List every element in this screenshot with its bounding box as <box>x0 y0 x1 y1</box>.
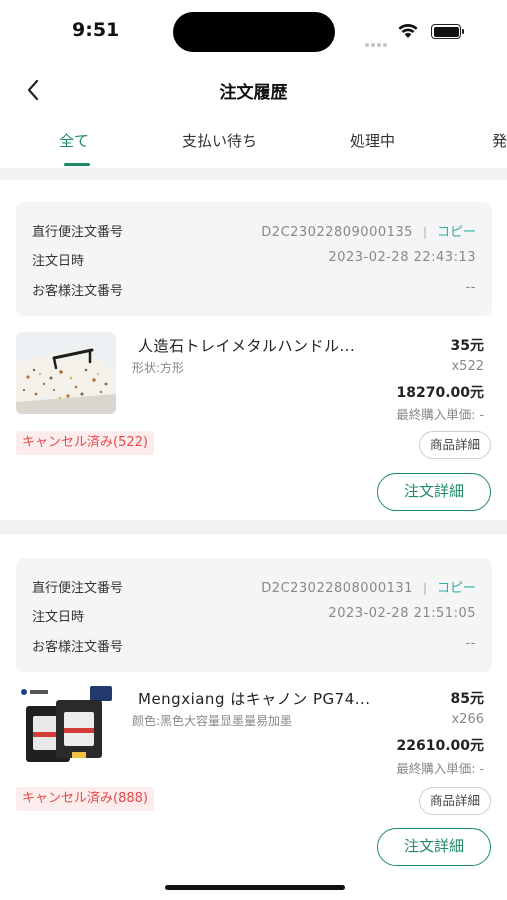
copy-button[interactable]: コピー <box>437 581 476 596</box>
product-variant: 颜色:黑色大容量显墨量易加墨 <box>132 714 293 728</box>
tab-all[interactable]: 全て <box>59 130 89 151</box>
product-variant: 形状:方形 <box>132 361 185 375</box>
product-image-ink-cartridges[interactable] <box>16 684 116 766</box>
order-card: 直行便注文番号 D2C23022809000135 | コピー 注文日時 2023-… <box>0 180 507 520</box>
page-title: 注文履歴 <box>219 83 288 103</box>
quantity: x522 <box>451 359 484 374</box>
section-divider <box>0 168 507 180</box>
tab-shipped[interactable]: 発 <box>492 130 507 151</box>
product-detail-button[interactable]: 商品詳細 <box>418 787 491 815</box>
wifi-icon <box>398 23 418 38</box>
separator: | <box>422 581 427 595</box>
product-name[interactable]: 人造石トレイメタルハンドル... <box>138 335 355 356</box>
status-bar: 9:51 <box>0 0 507 62</box>
order-date-value: 2023-02-28 22:43:13 <box>328 250 476 265</box>
total-amount: 18270.00元 <box>396 385 484 401</box>
quantity: x266 <box>451 712 484 727</box>
unit-price: 35元 <box>450 338 484 354</box>
customer-order-number-value: -- <box>465 280 476 295</box>
nav-bar: 注文履歴 <box>0 62 507 118</box>
product-image-terrazzo-tray[interactable] <box>16 332 116 414</box>
status-badge: キャンセル済み(888) <box>16 787 154 811</box>
order-number-label: 直行便注文番号 <box>32 581 124 596</box>
order-status-tabs: 全て 支払い待ち 処理中 発 <box>0 124 507 168</box>
order-info-box: 直行便注文番号 D2C23022808000131 | コピー 注文日時 2023-… <box>16 558 492 672</box>
section-divider <box>0 520 507 534</box>
total-amount: 22610.00元 <box>396 738 484 754</box>
cellular-signal-icon <box>365 32 389 47</box>
customer-order-number-label: お客様注文番号 <box>32 284 124 299</box>
order-date-label: 注文日時 <box>32 254 85 269</box>
product-detail-button[interactable]: 商品詳細 <box>418 431 491 459</box>
order-date-label: 注文日時 <box>32 610 85 625</box>
last-purchase-price: 最終購入単価: - <box>396 407 484 422</box>
status-badge: キャンセル済み(522) <box>16 431 154 455</box>
order-detail-button[interactable]: 注文詳細 <box>377 828 491 866</box>
status-time: 9:51 <box>72 19 120 41</box>
order-detail-button[interactable]: 注文詳細 <box>377 473 491 511</box>
copy-button[interactable]: コピー <box>437 225 476 240</box>
customer-order-number-value: -- <box>465 636 476 651</box>
customer-order-number-label: お客様注文番号 <box>32 640 124 655</box>
home-indicator[interactable] <box>165 885 345 890</box>
active-tab-indicator <box>64 163 90 166</box>
tab-awaiting-payment[interactable]: 支払い待ち <box>182 130 257 151</box>
product-name[interactable]: Mengxiang はキャノン PG74... <box>138 688 371 709</box>
tab-processing[interactable]: 処理中 <box>350 130 395 151</box>
order-card: 直行便注文番号 D2C23022808000131 | コピー 注文日時 2023-… <box>0 534 507 879</box>
dynamic-island <box>173 12 335 52</box>
separator: | <box>422 225 427 239</box>
order-number-value: D2C23022809000135 <box>261 225 413 240</box>
last-purchase-price: 最終購入単価: - <box>396 761 484 776</box>
order-number-label: 直行便注文番号 <box>32 225 124 240</box>
order-number-value: D2C23022808000131 <box>261 581 413 596</box>
unit-price: 85元 <box>450 691 484 707</box>
order-info-box: 直行便注文番号 D2C23022809000135 | コピー 注文日時 2023-… <box>16 202 492 316</box>
order-date-value: 2023-02-28 21:51:05 <box>328 606 476 621</box>
battery-icon <box>431 24 461 39</box>
